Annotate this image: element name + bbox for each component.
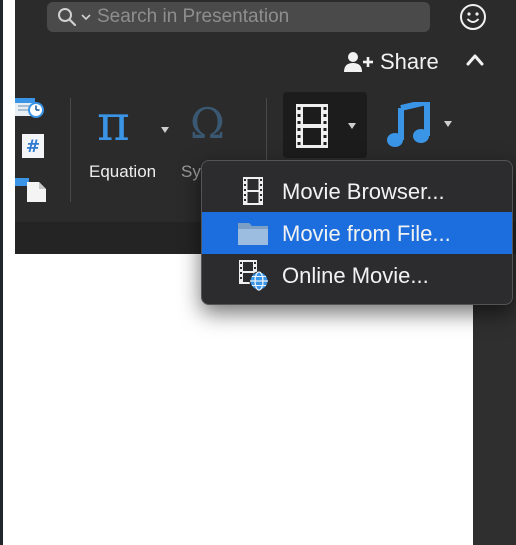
svg-text:#: # [26,137,40,157]
share-label: Share [380,49,439,74]
slide-number-icon[interactable]: # [22,134,44,158]
search-box[interactable]: Search in Presentation [47,2,430,32]
add-person-icon [344,52,373,72]
video-dropdown-menu: Movie Browser... Movie from File... Onli… [201,160,513,305]
menu-item-label: Movie Browser... [282,179,445,204]
menu-item-movie-browser[interactable]: Movie Browser... [202,170,512,212]
window-border [0,0,3,545]
menu-item-online-movie[interactable]: Online Movie... [202,254,512,296]
left-window-edge [0,0,15,545]
ribbon-divider [70,98,71,202]
menu-item-label: Online Movie... [282,263,429,288]
equation-label[interactable]: Equation [89,162,156,182]
online-movie-icon [239,260,269,291]
equation-icon[interactable]: π [97,98,130,148]
object-icon[interactable] [15,176,47,202]
search-input[interactable]: Search in Presentation [97,6,289,28]
folder-icon [238,223,268,245]
menu-item-label: Movie from File... [282,221,451,246]
audio-dropdown-arrow-icon[interactable] [444,121,452,127]
equation-dropdown-arrow-icon[interactable] [161,127,169,133]
smiley-feedback-icon[interactable] [459,3,487,31]
menu-item-movie-from-file[interactable]: Movie from File... [202,212,512,254]
audio-icon[interactable] [387,102,431,148]
video-dropdown-arrow-icon[interactable] [348,123,356,129]
symbol-icon[interactable]: Ω [190,102,225,146]
share-button[interactable]: Share [343,47,439,77]
film-strip-icon [243,177,263,205]
date-time-icon[interactable] [15,96,45,120]
search-icon [58,8,77,27]
film-strip-icon [296,104,328,148]
chevron-up-icon[interactable] [465,52,485,68]
video-button[interactable] [283,92,367,158]
chevron-down-icon[interactable] [81,13,91,21]
